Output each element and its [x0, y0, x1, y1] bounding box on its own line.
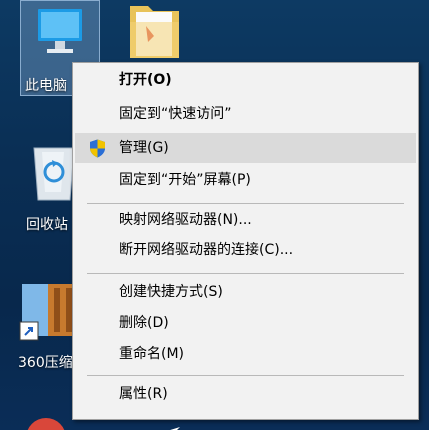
menu-separator: [87, 203, 404, 204]
menu-item-label: 固定到“开始”屏幕(P): [119, 172, 251, 188]
desktop: 此电脑 回收站 360压缩 打开(O) 固定到“快速访问” 管理(G) 固定到“…: [0, 0, 429, 430]
folder-icon: [130, 6, 179, 58]
menu-item-manage[interactable]: 管理(G): [75, 133, 416, 163]
menu-item-pin-quick-access[interactable]: 固定到“快速访问”: [75, 99, 416, 129]
menu-item-label: 固定到“快速访问”: [119, 106, 232, 122]
menu-item-map-network-drive[interactable]: 映射网络驱动器(N)...: [75, 205, 416, 235]
menu-item-create-shortcut[interactable]: 创建快捷方式(S): [75, 277, 416, 307]
arrow-icon: [170, 427, 180, 430]
menu-item-label: 映射网络驱动器(N)...: [119, 212, 252, 228]
menu-item-label: 属性(R): [119, 386, 168, 402]
desktop-icon-partial[interactable]: [150, 420, 190, 430]
menu-item-label: 管理(G): [119, 140, 169, 156]
context-menu: 打开(O) 固定到“快速访问” 管理(G) 固定到“开始”屏幕(P) 映射网络驱…: [72, 62, 419, 420]
menu-item-rename[interactable]: 重命名(M): [75, 339, 416, 369]
menu-item-properties[interactable]: 属性(R): [75, 379, 416, 409]
menu-item-label: 断开网络驱动器的连接(C)...: [119, 242, 294, 258]
desktop-icon-partial[interactable]: [26, 418, 66, 430]
menu-separator: [87, 375, 404, 376]
menu-item-open[interactable]: 打开(O): [75, 65, 416, 95]
menu-item-delete[interactable]: 删除(D): [75, 308, 416, 338]
menu-separator: [87, 273, 404, 274]
desktop-icon-folder[interactable]: [118, 0, 188, 64]
menu-item-pin-start[interactable]: 固定到“开始”屏幕(P): [75, 165, 416, 195]
menu-item-disconnect-network-drive[interactable]: 断开网络驱动器的连接(C)...: [75, 235, 416, 265]
menu-item-label: 创建快捷方式(S): [119, 284, 223, 300]
menu-item-label: 删除(D): [119, 315, 169, 331]
menu-item-label: 打开(O): [119, 72, 172, 88]
menu-item-label: 重命名(M): [119, 346, 185, 362]
uac-shield-icon: [90, 139, 105, 158]
